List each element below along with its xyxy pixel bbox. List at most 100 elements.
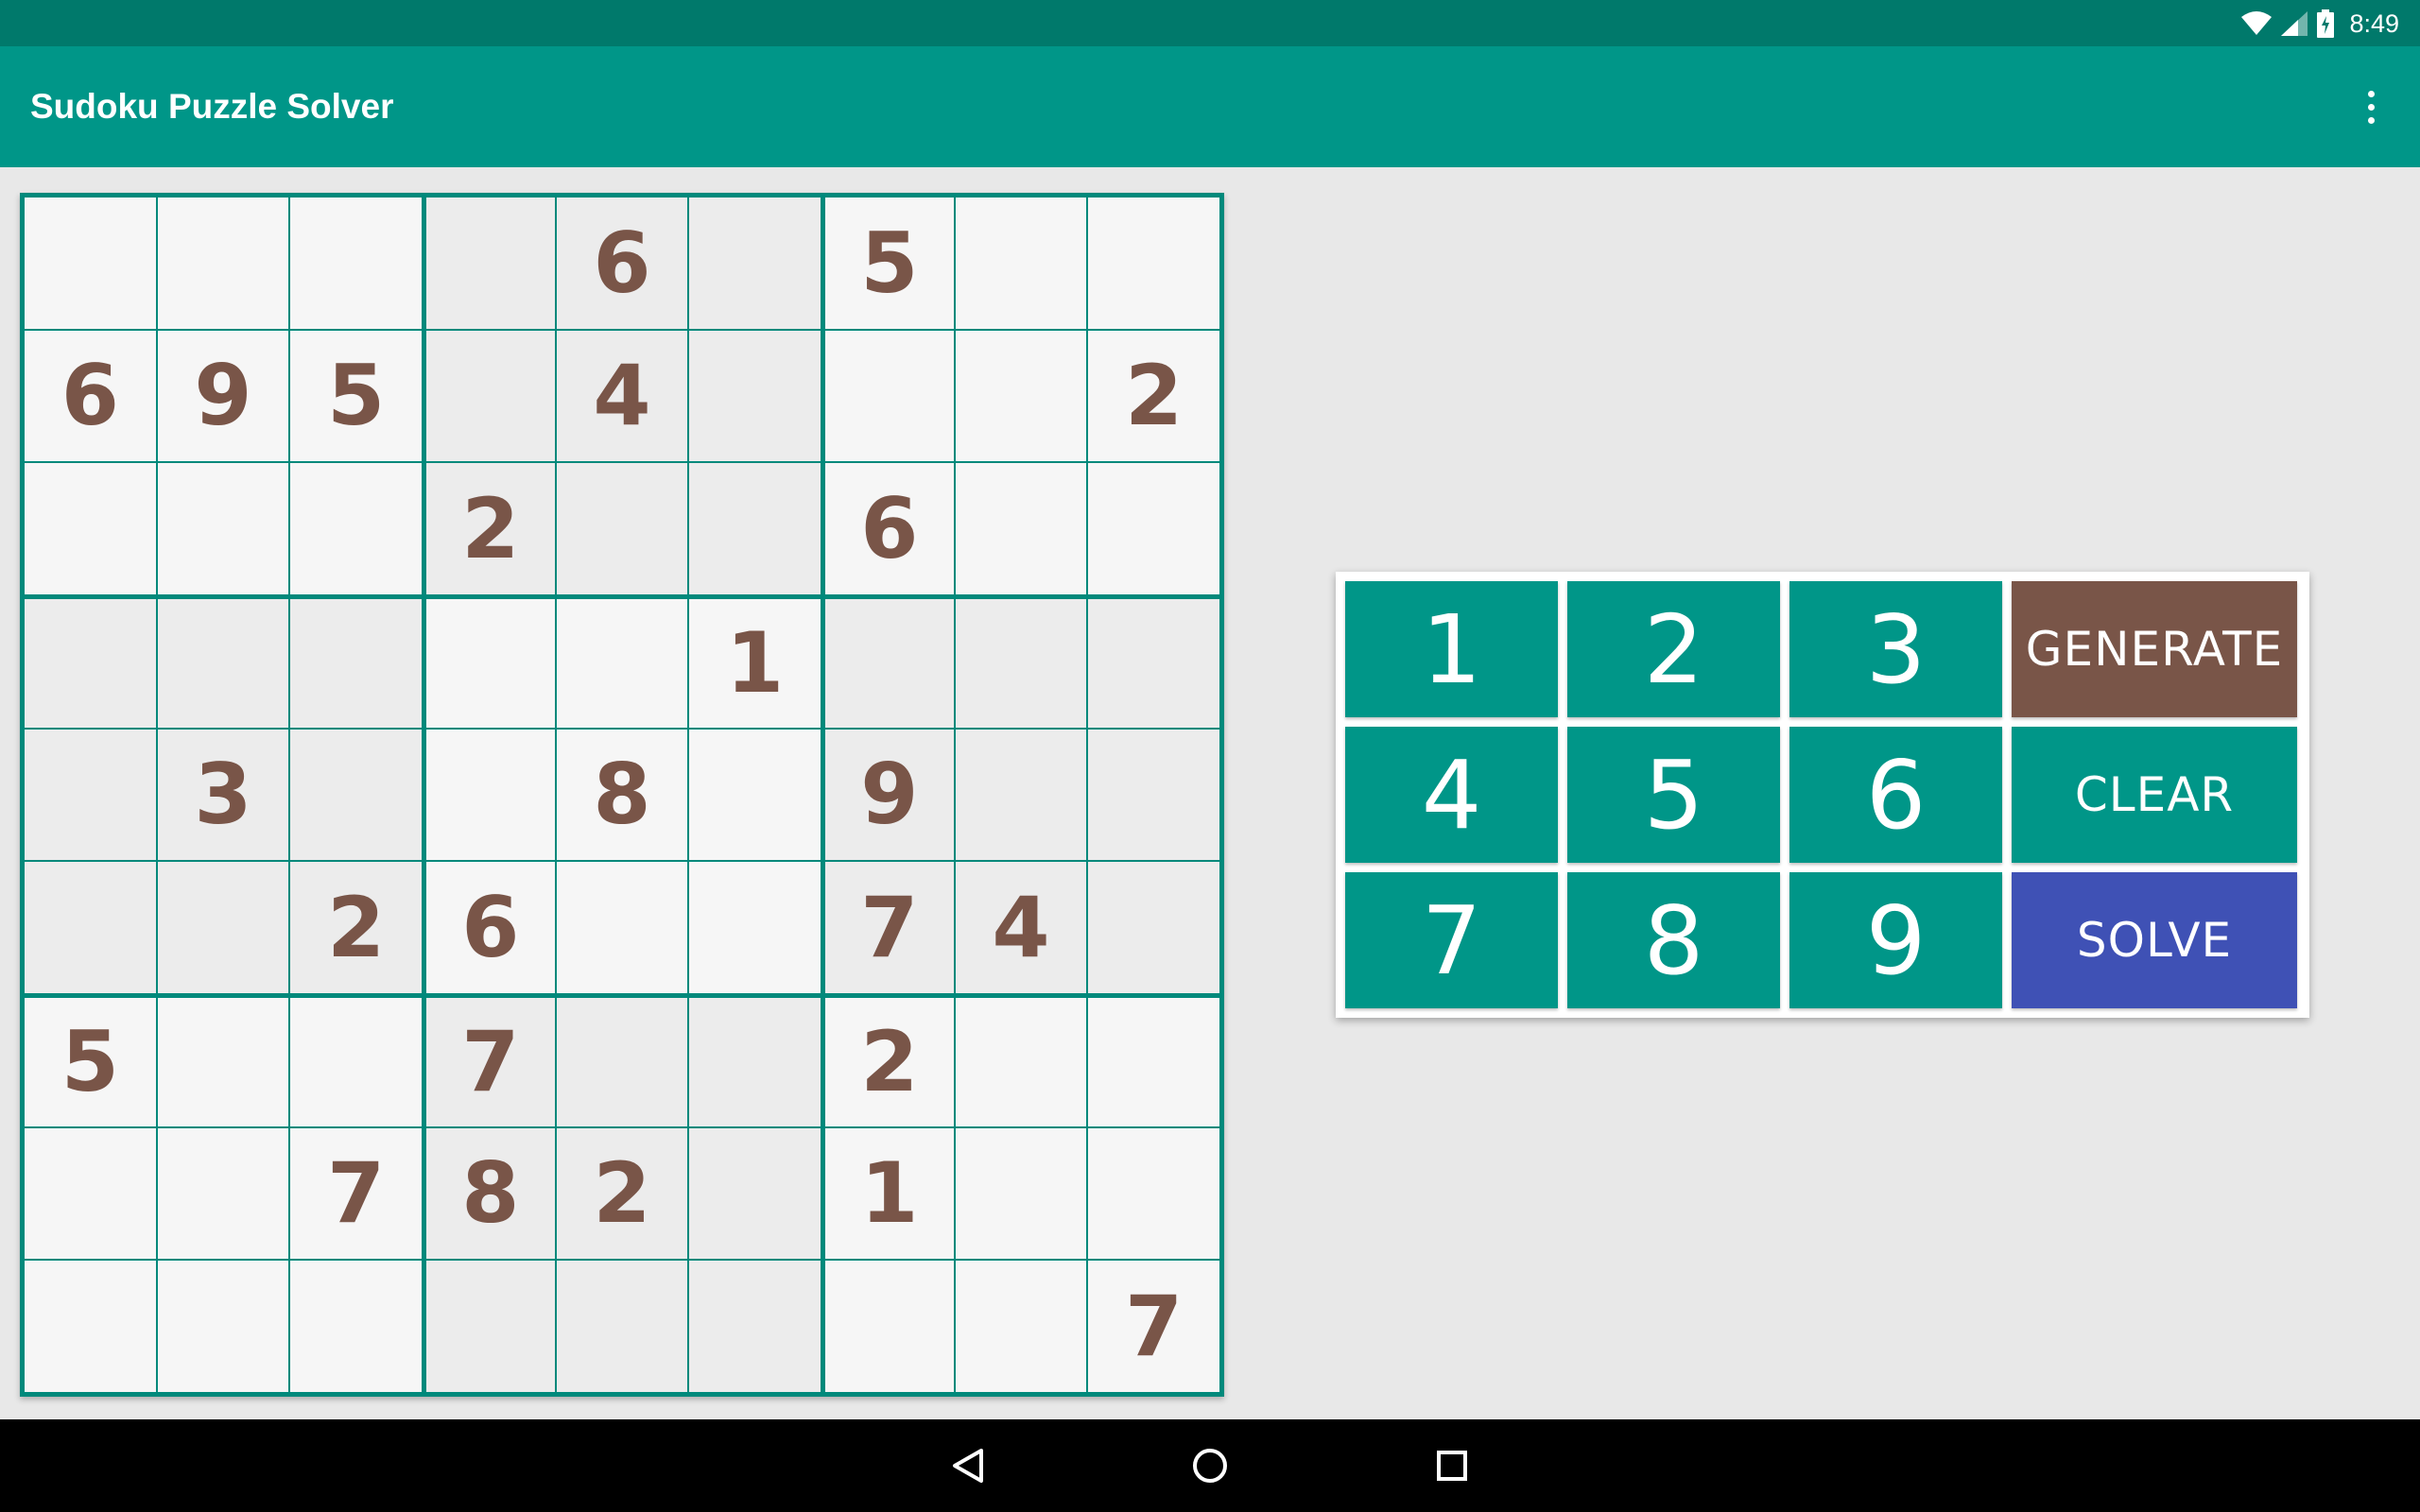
board-cell-r8-c5[interactable]: 2 [556, 1127, 688, 1260]
board-cell-r8-c9[interactable] [1088, 1127, 1219, 1260]
board-cell-r3-c9[interactable] [1088, 463, 1219, 594]
board-cell-r7-c8[interactable] [955, 998, 1087, 1126]
solve-button[interactable]: SOLVE [2012, 872, 2297, 1008]
board-cell-r8-c7[interactable]: 1 [825, 1127, 954, 1260]
board-cell-r8-c6[interactable] [689, 1127, 821, 1260]
recents-icon[interactable] [1428, 1442, 1476, 1489]
board-cell-r6-c8[interactable]: 4 [955, 862, 1087, 993]
board-cell-r5-c1[interactable] [25, 729, 156, 861]
digit-6-button[interactable]: 6 [1789, 727, 2002, 863]
wifi-icon [2241, 11, 2273, 36]
board-cell-r5-c3[interactable] [290, 729, 422, 861]
board-cell-r4-c1[interactable] [25, 599, 156, 728]
board-cell-r4-c6[interactable]: 1 [689, 599, 821, 728]
board-cell-r3-c6[interactable] [689, 463, 821, 594]
board-cell-r6-c6[interactable] [689, 862, 821, 993]
board-cell-r8-c4[interactable]: 8 [426, 1127, 555, 1260]
board-cell-r4-c5[interactable] [556, 599, 688, 728]
board-cell-r3-c3[interactable] [290, 463, 422, 594]
board-cell-r9-c5[interactable] [556, 1261, 688, 1392]
board-cell-r7-c3[interactable] [290, 998, 422, 1126]
board-cell-r8-c2[interactable] [157, 1127, 289, 1260]
board-cell-r2-c2[interactable]: 9 [157, 330, 289, 462]
board-cell-r3-c7[interactable]: 6 [825, 463, 954, 594]
board-cell-r6-c3[interactable]: 2 [290, 862, 422, 993]
board-cell-r9-c1[interactable] [25, 1261, 156, 1392]
digit-7-button[interactable]: 7 [1345, 872, 1558, 1008]
board-cell-r1-c7[interactable]: 5 [825, 198, 954, 329]
board-cell-r5-c4[interactable] [426, 729, 555, 861]
cell-signal-icon [2281, 11, 2308, 36]
board-cell-r2-c9[interactable]: 2 [1088, 330, 1219, 462]
more-vert-icon[interactable] [2342, 78, 2399, 135]
board-cell-r3-c5[interactable] [556, 463, 688, 594]
digit-9-button[interactable]: 9 [1789, 872, 2002, 1008]
board-cell-r5-c5[interactable]: 8 [556, 729, 688, 861]
board-cell-r7-c9[interactable] [1088, 998, 1219, 1126]
board-cell-r1-c5[interactable]: 6 [556, 198, 688, 329]
board-cell-r2-c5[interactable]: 4 [556, 330, 688, 462]
board-cell-r4-c3[interactable] [290, 599, 422, 728]
board-cell-r4-c9[interactable] [1088, 599, 1219, 728]
board-cell-r2-c8[interactable] [955, 330, 1087, 462]
board-cell-r9-c2[interactable] [157, 1261, 289, 1392]
board-cell-r5-c2[interactable]: 3 [157, 729, 289, 861]
digit-4-button[interactable]: 4 [1345, 727, 1558, 863]
board-cell-r3-c2[interactable] [157, 463, 289, 594]
board-cell-r3-c1[interactable] [25, 463, 156, 594]
back-icon[interactable] [944, 1442, 992, 1489]
board-cell-r3-c4[interactable]: 2 [426, 463, 555, 594]
board-cell-r2-c4[interactable] [426, 330, 555, 462]
board-cell-r1-c8[interactable] [955, 198, 1087, 329]
board-cell-r3-c8[interactable] [955, 463, 1087, 594]
board-cell-r4-c7[interactable] [825, 599, 954, 728]
board-cell-r8-c8[interactable] [955, 1127, 1087, 1260]
board-cell-r8-c1[interactable] [25, 1127, 156, 1260]
board-cell-r6-c2[interactable] [157, 862, 289, 993]
board-cell-r4-c4[interactable] [426, 599, 555, 728]
digit-2-button[interactable]: 2 [1567, 581, 1780, 717]
board-cell-r4-c2[interactable] [157, 599, 289, 728]
board-cell-r9-c4[interactable] [426, 1261, 555, 1392]
board-cell-r6-c4[interactable]: 6 [426, 862, 555, 993]
digit-1-button[interactable]: 1 [1345, 581, 1558, 717]
clear-button[interactable]: CLEAR [2012, 727, 2297, 863]
board-cell-r7-c7[interactable]: 2 [825, 998, 954, 1126]
board-cell-r7-c1[interactable]: 5 [25, 998, 156, 1126]
board-cell-r1-c9[interactable] [1088, 198, 1219, 329]
board-cell-r4-c8[interactable] [955, 599, 1087, 728]
board-cell-r9-c9[interactable]: 7 [1088, 1261, 1219, 1392]
board-cell-r9-c7[interactable] [825, 1261, 954, 1392]
board-cell-r9-c3[interactable] [290, 1261, 422, 1392]
home-icon[interactable] [1186, 1442, 1234, 1489]
board-cell-r7-c5[interactable] [556, 998, 688, 1126]
board-cell-r5-c7[interactable]: 9 [825, 729, 954, 861]
board-cell-r6-c7[interactable]: 7 [825, 862, 954, 993]
board-cell-r2-c3[interactable]: 5 [290, 330, 422, 462]
digit-3-button[interactable]: 3 [1789, 581, 2002, 717]
board-cell-r1-c2[interactable] [157, 198, 289, 329]
board-cell-r2-c6[interactable] [689, 330, 821, 462]
board-cell-r6-c5[interactable] [556, 862, 688, 993]
board-cell-r5-c6[interactable] [689, 729, 821, 861]
board-cell-r2-c1[interactable]: 6 [25, 330, 156, 462]
board-cell-r9-c6[interactable] [689, 1261, 821, 1392]
board-cell-r2-c7[interactable] [825, 330, 954, 462]
board-cell-r7-c6[interactable] [689, 998, 821, 1126]
board-cell-r1-c1[interactable] [25, 198, 156, 329]
board-cell-r1-c4[interactable] [426, 198, 555, 329]
board-cell-r6-c1[interactable] [25, 862, 156, 993]
board-cell-r9-c8[interactable] [955, 1261, 1087, 1392]
board-cell-r7-c4[interactable]: 7 [426, 998, 555, 1126]
board-cell-r8-c3[interactable]: 7 [290, 1127, 422, 1260]
board-cell-r1-c3[interactable] [290, 198, 422, 329]
board-cell-r1-c6[interactable] [689, 198, 821, 329]
board-cell-r7-c2[interactable] [157, 998, 289, 1126]
board-cell-r6-c9[interactable] [1088, 862, 1219, 993]
digit-5-button[interactable]: 5 [1567, 727, 1780, 863]
digit-8-button[interactable]: 8 [1567, 872, 1780, 1008]
board-cell-r5-c8[interactable] [955, 729, 1087, 861]
board-cell-r5-c9[interactable] [1088, 729, 1219, 861]
status-time: 8:49 [2349, 9, 2399, 38]
generate-button[interactable]: GENERATE [2012, 581, 2297, 717]
